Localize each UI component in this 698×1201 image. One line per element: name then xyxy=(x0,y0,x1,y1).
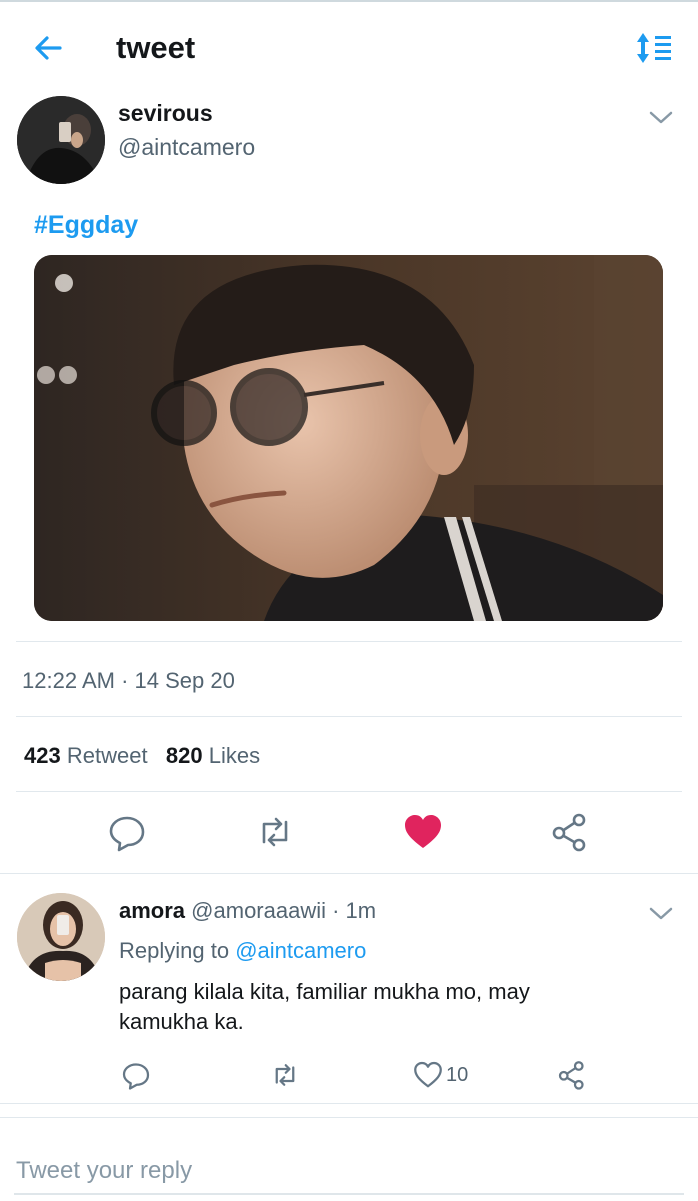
reply-input[interactable] xyxy=(14,1156,678,1186)
likes-count[interactable]: 820 xyxy=(166,743,203,768)
like-heart-outline-icon[interactable] xyxy=(413,1060,443,1090)
replying-mention[interactable]: @aintcamero xyxy=(235,938,366,963)
reply-composer xyxy=(0,1117,698,1201)
tweet-timestamp: 12:22 AM · 14 Sep 20 xyxy=(22,668,235,693)
reply-author-handle[interactable]: @amoraaawii xyxy=(191,898,326,923)
reply-author-name[interactable]: amora xyxy=(119,898,185,923)
tweet-text-hashtag[interactable]: #Eggday xyxy=(34,211,138,240)
divider xyxy=(0,873,698,874)
likes-label[interactable]: Likes xyxy=(209,743,260,768)
reply-header: amora @amoraaawii · 1m xyxy=(119,898,376,924)
tweet-photo[interactable] xyxy=(34,255,663,621)
divider xyxy=(16,791,682,792)
page-title: tweet xyxy=(116,30,196,65)
replying-to: Replying to @aintcamero xyxy=(119,938,366,964)
author-name[interactable]: sevirous xyxy=(118,100,213,127)
author-handle[interactable]: @aintcamero xyxy=(118,134,255,161)
divider xyxy=(0,1103,698,1104)
back-arrow-icon[interactable] xyxy=(30,30,66,66)
share-icon[interactable] xyxy=(550,812,590,852)
reply-text: parang kilala kita, familiar mukha mo, m… xyxy=(119,979,530,1034)
divider xyxy=(16,716,682,717)
replying-prefix: Replying to xyxy=(119,938,236,963)
reply-icon[interactable] xyxy=(121,1060,151,1090)
like-heart-filled-icon[interactable] xyxy=(403,812,443,852)
reply-author-avatar[interactable] xyxy=(17,893,105,981)
reply-age: · 1m xyxy=(326,898,377,923)
chevron-down-icon[interactable] xyxy=(648,108,674,126)
author-avatar[interactable] xyxy=(17,96,105,184)
divider xyxy=(16,641,682,642)
sort-lines-icon[interactable] xyxy=(634,30,674,66)
composer-underline xyxy=(14,1193,684,1195)
tweet-stats: 423 Retweet 820 Likes xyxy=(24,743,260,769)
share-icon[interactable] xyxy=(557,1060,587,1090)
retweet-icon[interactable] xyxy=(270,1060,300,1090)
retweet-count[interactable]: 423 xyxy=(24,743,61,768)
chevron-down-icon[interactable] xyxy=(648,904,674,922)
retweet-label[interactable]: Retweet xyxy=(67,743,148,768)
retweet-icon[interactable] xyxy=(255,812,295,852)
reply-like-count: 10 xyxy=(446,1064,469,1086)
reply-icon[interactable] xyxy=(107,812,147,852)
top-border xyxy=(0,0,698,2)
